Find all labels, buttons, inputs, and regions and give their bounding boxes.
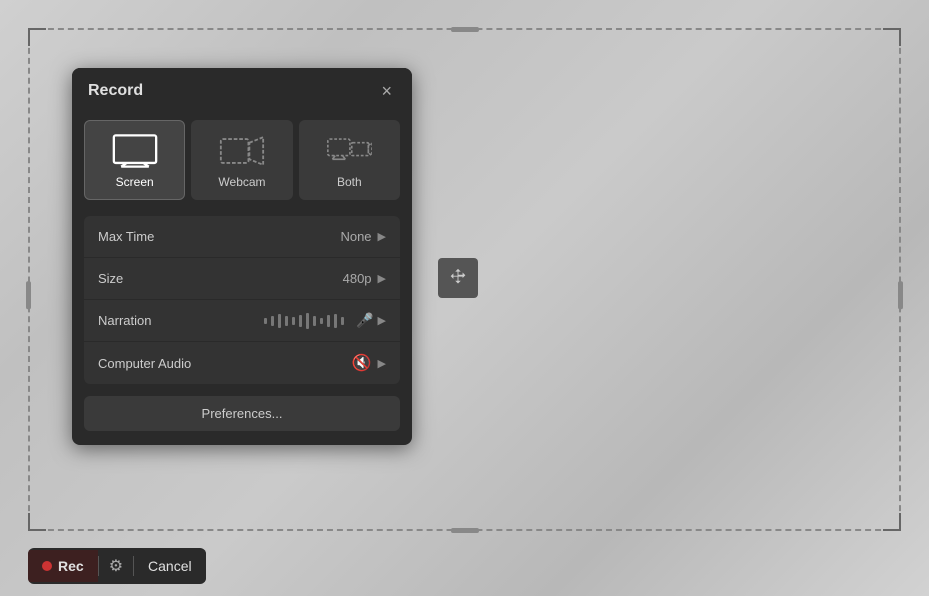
edge-handle-top[interactable] (451, 27, 479, 32)
corner-handle-tr[interactable] (883, 28, 901, 46)
source-option-screen[interactable]: Screen (84, 120, 185, 200)
screen-icon (112, 133, 158, 169)
mic-icon: 🎤 (356, 312, 373, 329)
edge-handle-bottom[interactable] (451, 528, 479, 533)
bottom-toolbar: Rec ⚙ Cancel (28, 548, 206, 584)
bar-5 (292, 317, 295, 325)
setting-row-audio[interactable]: Computer Audio 🔇 ▶ (84, 342, 400, 384)
size-value: 480p (343, 271, 372, 286)
rec-button[interactable]: Rec (28, 550, 98, 582)
move-handle[interactable] (438, 258, 478, 298)
bar-3 (278, 314, 281, 328)
preferences-button[interactable]: Preferences... (84, 396, 400, 431)
narration-bar: 🎤 (264, 312, 374, 330)
bar-7 (306, 313, 309, 329)
record-dialog: Record × Screen Webcam (72, 68, 412, 445)
settings-section: Max Time None ▶ Size 480p ▶ Narration (84, 216, 400, 384)
source-label-screen: Screen (116, 175, 154, 189)
cancel-button[interactable]: Cancel (134, 550, 206, 582)
rec-label: Rec (58, 558, 84, 574)
corner-handle-br[interactable] (883, 513, 901, 531)
maxtime-label: Max Time (98, 229, 340, 244)
size-label: Size (98, 271, 343, 286)
bar-6 (299, 315, 302, 327)
dialog-header: Record × (72, 68, 412, 112)
gear-button[interactable]: ⚙ (99, 548, 133, 584)
size-arrow: ▶ (378, 272, 386, 285)
bar-10 (327, 315, 330, 327)
bar-1 (264, 318, 267, 324)
webcam-icon (219, 133, 265, 169)
bar-11 (334, 314, 337, 328)
bar-12 (341, 317, 344, 325)
move-icon (447, 267, 469, 289)
rec-dot (42, 561, 52, 571)
bar-8 (313, 316, 316, 326)
source-label-webcam: Webcam (218, 175, 265, 189)
both-icon (326, 133, 372, 169)
source-options: Screen Webcam Both (72, 112, 412, 216)
audio-arrow: ▶ (378, 357, 386, 370)
maxtime-arrow: ▶ (378, 230, 386, 243)
setting-row-size[interactable]: Size 480p ▶ (84, 258, 400, 300)
corner-handle-tl[interactable] (28, 28, 46, 46)
audio-mute-icon: 🔇 (352, 353, 372, 373)
source-option-both[interactable]: Both (299, 120, 400, 200)
narration-arrow: ▶ (378, 314, 386, 327)
bar-9 (320, 318, 323, 324)
source-option-webcam[interactable]: Webcam (191, 120, 292, 200)
gear-icon: ⚙ (109, 558, 123, 575)
close-button[interactable]: × (377, 80, 396, 102)
edge-handle-left[interactable] (26, 281, 31, 309)
bar-4 (285, 316, 288, 326)
source-label-both: Both (337, 175, 362, 189)
setting-row-maxtime[interactable]: Max Time None ▶ (84, 216, 400, 258)
edge-handle-right[interactable] (898, 281, 903, 309)
bar-2 (271, 316, 274, 326)
audio-label: Computer Audio (98, 356, 352, 371)
narration-label: Narration (98, 313, 264, 328)
maxtime-value: None (340, 229, 371, 244)
setting-row-narration[interactable]: Narration 🎤 ▶ (84, 300, 400, 342)
corner-handle-bl[interactable] (28, 513, 46, 531)
dialog-title: Record (88, 82, 143, 100)
